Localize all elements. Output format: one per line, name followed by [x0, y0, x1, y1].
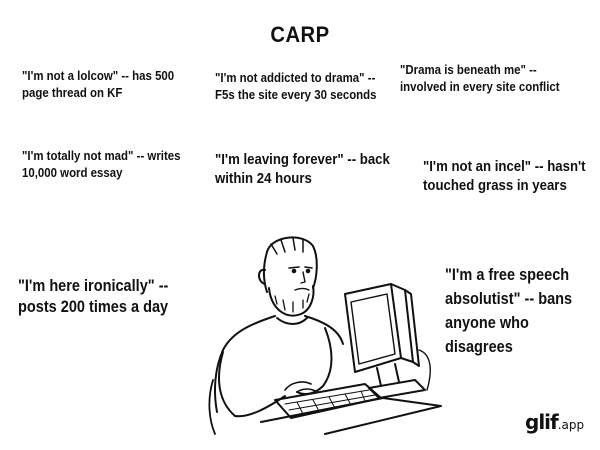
caption-leaving-forever: "I'm leaving forever" -- back within 24 …	[215, 151, 390, 188]
caption-drama-beneath: "Drama is beneath me" -- involved in eve…	[400, 62, 560, 94]
monitor-stand	[368, 379, 426, 399]
glif-watermark-logo: glif.app	[525, 410, 584, 434]
watermark-suffix: .app	[557, 418, 585, 432]
caption-ironically: "I'm here ironically" -- posts 200 times…	[18, 277, 169, 317]
caption-free-speech: "I'm a free speech absolutist" -- bans a…	[445, 266, 573, 356]
head-outline	[266, 236, 318, 289]
caption-lolcow: "I'm not a lolcow" -- has 500 page threa…	[22, 68, 175, 100]
wojak-computer-illustration	[208, 236, 442, 435]
caption-not-incel: "I'm not an incel" -- hasn't touched gra…	[423, 158, 586, 195]
shirt-left	[214, 315, 276, 413]
caption-drama-addiction: "I'm not addicted to drama" -- F5s the s…	[215, 70, 377, 102]
meme-title: CARP	[270, 22, 330, 47]
watermark-main: glif	[525, 410, 559, 434]
caption-not-mad: "I'm totally not mad" -- writes 10,000 w…	[22, 148, 181, 180]
right-arm	[296, 327, 333, 395]
meme-canvas: CARP "I'm not a lolcow" -- has 500 page …	[0, 0, 600, 450]
